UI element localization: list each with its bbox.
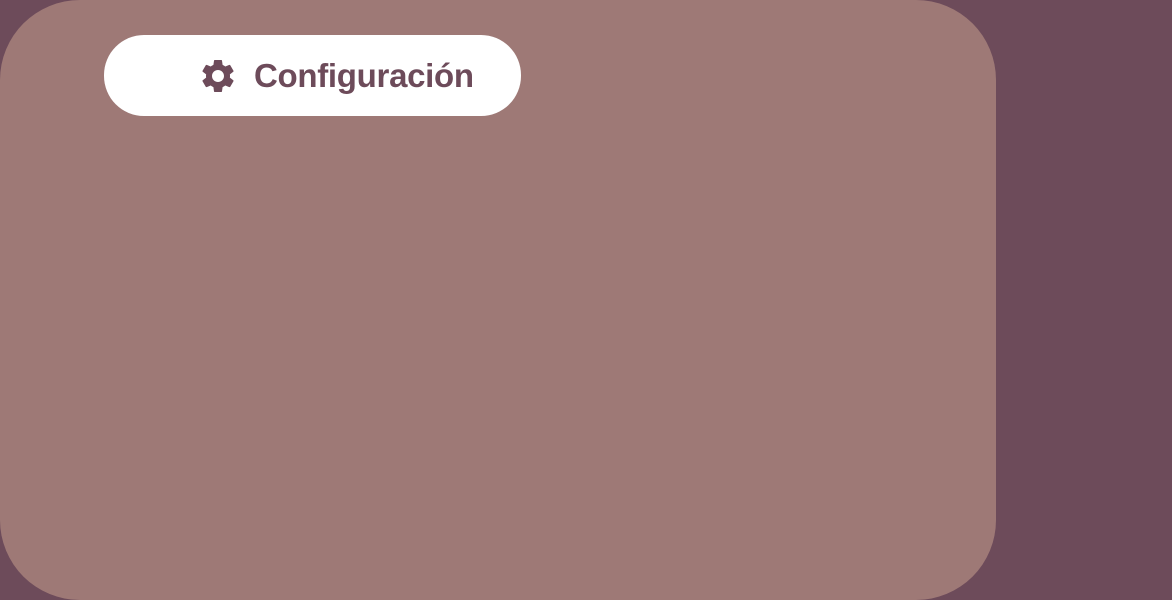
main-panel: Configuración [0,0,996,600]
gear-icon [198,56,238,96]
settings-button[interactable]: Configuración [104,35,521,116]
settings-button-label: Configuración [254,56,474,94]
app-window: Configuración [0,0,1172,600]
